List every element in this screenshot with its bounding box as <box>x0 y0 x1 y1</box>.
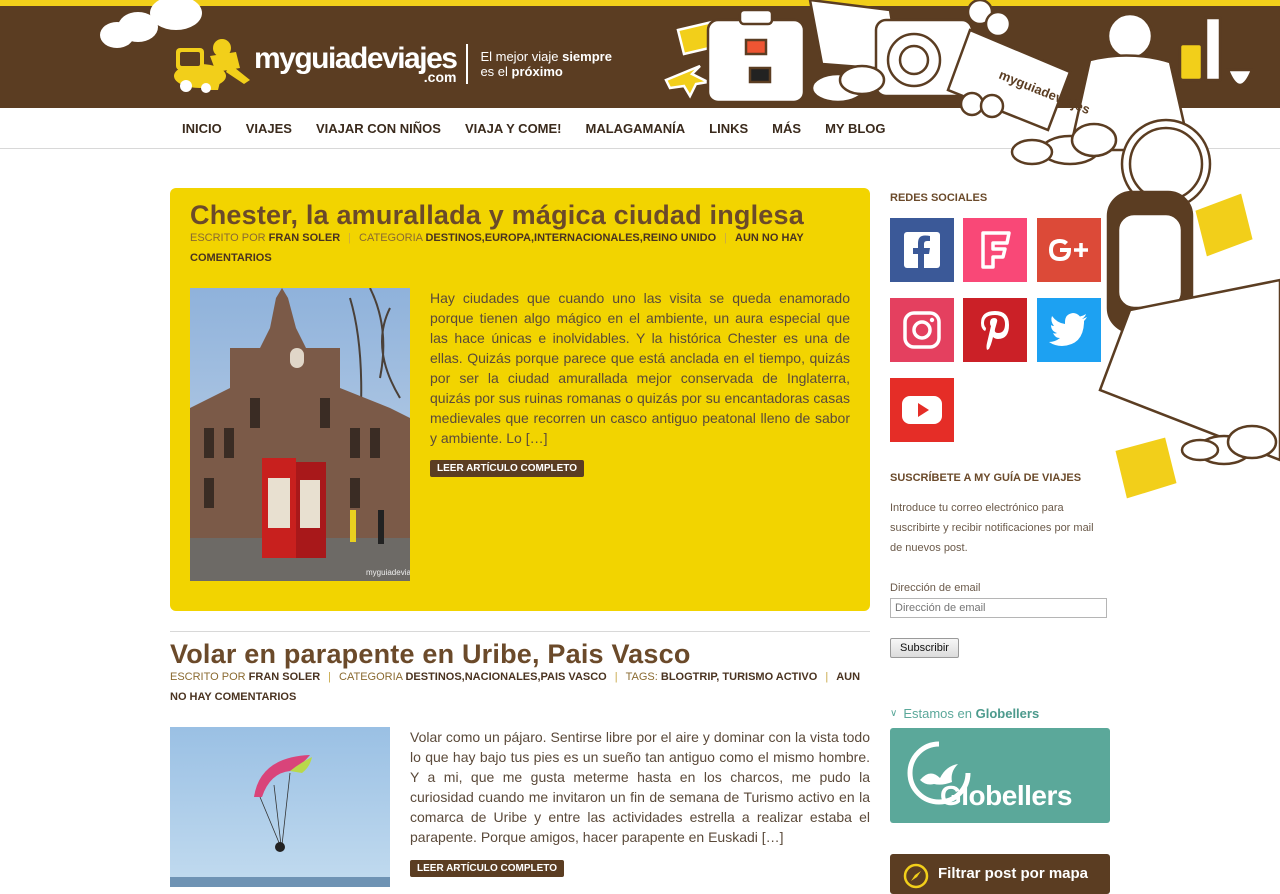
google-plus-button[interactable] <box>1037 218 1101 282</box>
chevron-down-icon: ∨ <box>890 708 898 719</box>
subscribe-widget-title: SUSCRÍBETE A MY GUÍA DE VIAJES <box>890 472 1082 484</box>
globellers-logo-text: Globellers <box>940 780 1072 811</box>
nav-item-viajes[interactable]: VIAJES <box>246 121 292 136</box>
email-field-label: Dirección de email <box>890 582 981 594</box>
read-more-button[interactable]: LEER ARTÍCULO COMPLETO <box>430 460 584 477</box>
globellers-prefix: Estamos en <box>903 706 972 721</box>
compass-icon <box>903 863 929 889</box>
pinterest-icon <box>981 311 1009 350</box>
post-comments-link[interactable]: NO HAY COMENTARIOS <box>170 691 296 703</box>
post-thumbnail-paragliding[interactable] <box>170 727 390 887</box>
traveler-mascot-icon <box>170 34 254 94</box>
post-excerpt: Hay ciudades que cuando uno las visita s… <box>430 290 850 446</box>
nav-item-viaja-y-come[interactable]: VIAJA Y COME! <box>465 121 562 136</box>
subscribe-description: Introduce tu correo electrónico para sus… <box>890 502 1094 554</box>
post-author-link[interactable]: FRAN SOLER <box>269 232 341 244</box>
instagram-icon <box>903 311 941 349</box>
post-tags[interactable]: BLOGTRIP, TURISMO ACTIVO <box>661 671 817 683</box>
nav-item-my-blog[interactable]: MY BLOG <box>825 121 885 136</box>
map-filter-label: Filtrar post por mapa <box>938 865 1089 882</box>
site-header: myguiadeviajes .com El mejor viaje siempr… <box>0 0 1280 108</box>
email-field[interactable] <box>890 598 1107 618</box>
post-title[interactable]: Volar en parapente en Uribe, Pais Vasco <box>170 639 691 670</box>
meta-tags-label: TAGS: <box>625 671 658 683</box>
featured-post-card: Chester, la amurallada y mágica ciudad i… <box>170 188 870 611</box>
globellers-name: Globellers <box>975 706 1040 721</box>
meta-category-label: CATEGORIA <box>359 232 423 244</box>
post-excerpt: Volar como un pájaro. Sentirse libre por… <box>410 729 870 845</box>
nav-item-mas[interactable]: MÁS <box>772 121 801 136</box>
logo-divider <box>466 44 469 84</box>
post-comments-link[interactable]: AUN <box>836 671 860 683</box>
pinterest-button[interactable] <box>963 298 1027 362</box>
nav-item-viajar-con-ninos[interactable]: VIAJAR CON NIÑOS <box>316 121 441 136</box>
site-tagline: El mejor viaje siempre es el próximo <box>480 49 612 79</box>
post-card: Volar en parapente en Uribe, Pais Vasco … <box>170 631 870 891</box>
google-plus-icon <box>1049 239 1088 261</box>
nav-item-inicio[interactable]: INICIO <box>182 121 222 136</box>
foursquare-icon <box>981 231 1011 269</box>
read-more-button[interactable]: LEER ARTÍCULO COMPLETO <box>410 860 564 877</box>
tagline-bold: próximo <box>511 64 563 79</box>
tagline-part: es el <box>480 64 512 79</box>
post-meta: ESCRITO POR FRAN SOLER | CATEGORIA DESTINO… <box>190 232 804 264</box>
nav-item-malagamania[interactable]: MALAGAMANÍA <box>586 121 686 136</box>
photo-watermark: myguiadeviajes <box>366 568 410 577</box>
post-thumbnail-chester[interactable]: myguiadeviajes <box>190 288 410 581</box>
main-navigation: INICIO VIAJES VIAJAR CON NIÑOS VIAJA Y C… <box>0 108 1280 149</box>
post-title[interactable]: Chester, la amurallada y mágica ciudad i… <box>190 200 804 231</box>
facebook-icon <box>904 232 940 268</box>
post-meta: ESCRITO POR FRAN SOLER | CATEGORIA DESTINO… <box>170 671 861 703</box>
post-categories[interactable]: DESTINOS,EUROPA,INTERNACIONALES,REINO UN… <box>425 232 716 244</box>
youtube-button[interactable] <box>890 378 954 442</box>
globellers-heading[interactable]: ∨ Estamos en Globellers <box>890 706 1039 721</box>
logo-wordmark: myguiadeviajes .com <box>254 44 458 85</box>
facebook-button[interactable] <box>890 218 954 282</box>
meta-category-label: CATEGORIA <box>339 671 403 683</box>
youtube-icon <box>902 396 942 424</box>
foursquare-button[interactable] <box>963 218 1027 282</box>
globellers-banner[interactable]: Globellers <box>890 728 1110 823</box>
post-author-link[interactable]: FRAN SOLER <box>249 671 321 683</box>
tagline-bold: siempre <box>562 49 612 64</box>
subscribe-button[interactable]: Subscribir <box>890 638 959 658</box>
nav-item-links[interactable]: LINKS <box>709 121 748 136</box>
meta-written-by-label: ESCRITO POR <box>190 232 266 244</box>
site-logo[interactable]: myguiadeviajes .com El mejor viaje siempr… <box>170 34 612 94</box>
twitter-icon <box>1049 313 1087 346</box>
twitter-button[interactable] <box>1037 298 1101 362</box>
post-categories[interactable]: DESTINOS,NACIONALES,PAIS VASCO <box>405 671 606 683</box>
tagline-part: El mejor viaje <box>480 49 563 64</box>
map-filter-button[interactable]: Filtrar post por mapa <box>890 854 1110 894</box>
meta-written-by-label: ESCRITO POR <box>170 671 246 683</box>
cloud-decoration <box>150 0 202 30</box>
social-widget-title: REDES SOCIALES <box>890 192 988 204</box>
instagram-button[interactable] <box>890 298 954 362</box>
